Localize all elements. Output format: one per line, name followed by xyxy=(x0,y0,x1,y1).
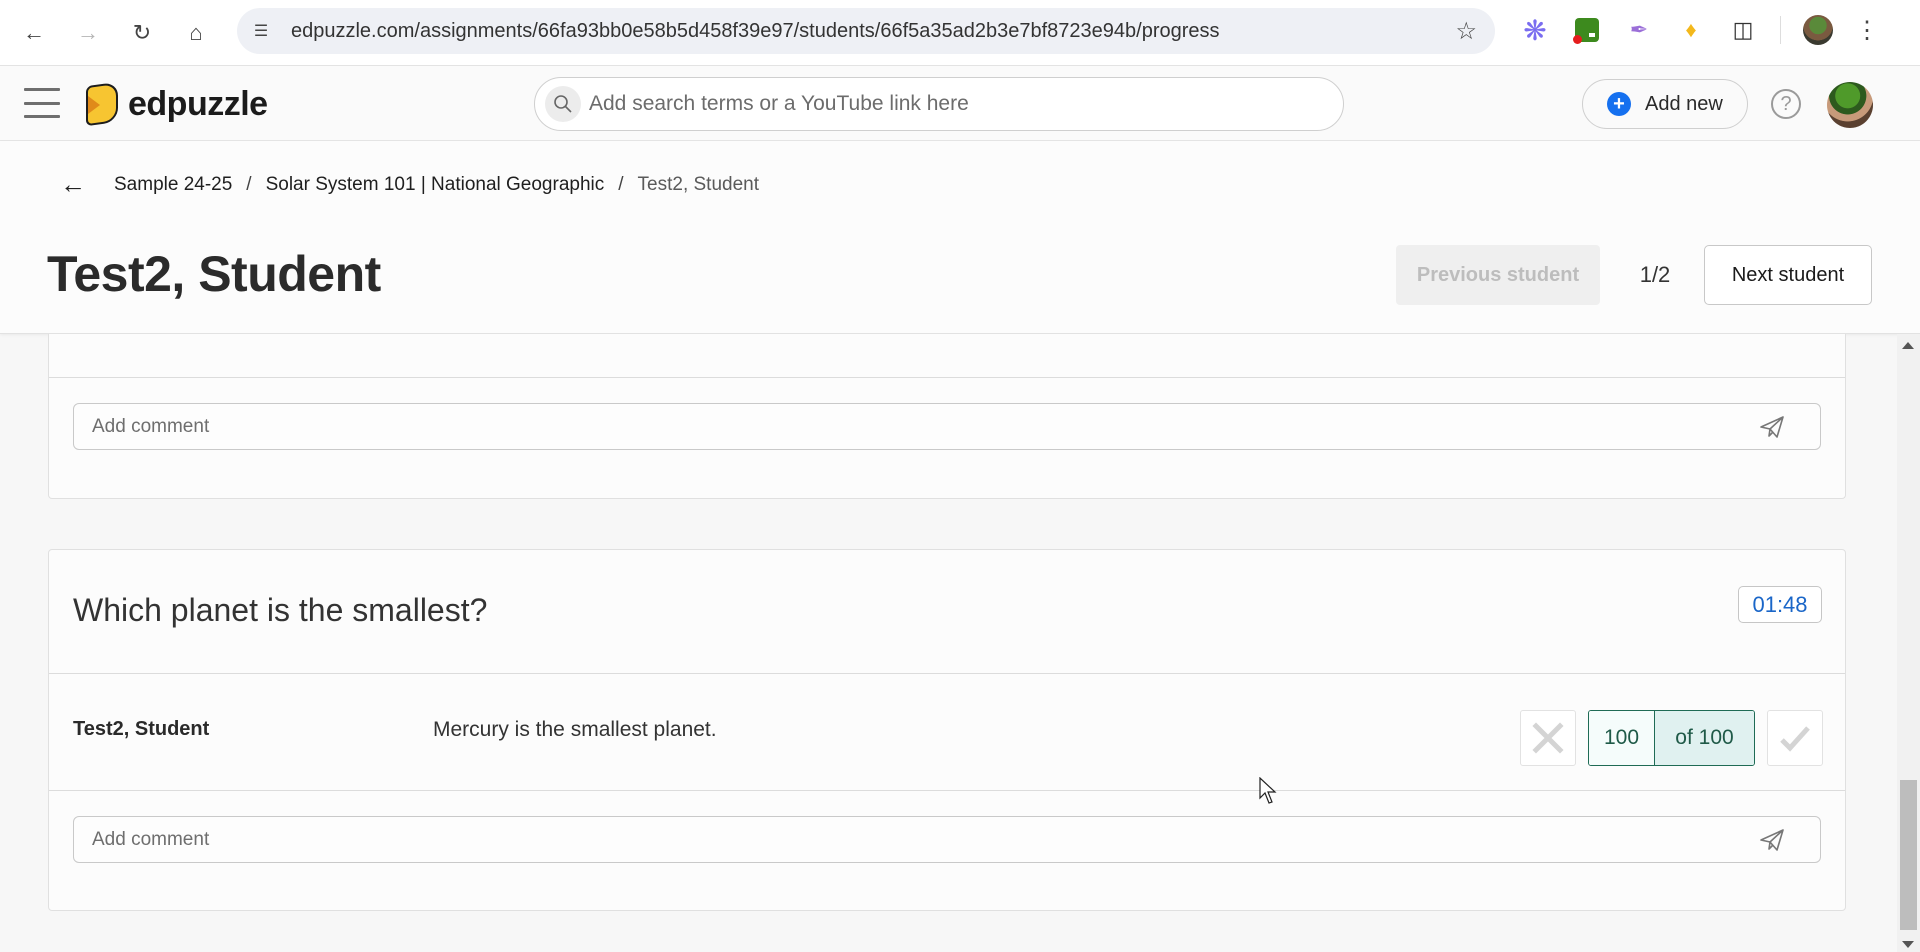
previous-student-button[interactable]: Previous student xyxy=(1396,245,1600,305)
home-icon[interactable]: ⌂ xyxy=(176,13,216,53)
comment-input[interactable] xyxy=(92,415,1754,438)
search-icon xyxy=(545,86,581,122)
score-input[interactable] xyxy=(1589,711,1655,765)
star-icon[interactable]: ☆ xyxy=(1455,17,1477,46)
question-card: Which planet is the smallest? 01:48 Test… xyxy=(48,549,1846,911)
student-header: ← Sample 24-25 / Solar System 101 | Nati… xyxy=(0,141,1920,334)
send-icon[interactable] xyxy=(1754,409,1790,445)
check-icon xyxy=(1780,726,1810,752)
address-bar[interactable]: ☰ edpuzzle.com/assignments/66fa93bb0e58b… xyxy=(237,8,1495,54)
hamburger-menu-icon[interactable] xyxy=(24,88,60,118)
back-arrow-icon[interactable]: ← xyxy=(14,13,54,53)
help-icon[interactable]: ? xyxy=(1771,89,1801,119)
breadcrumb-separator: / xyxy=(246,173,252,195)
logo-text: edpuzzle xyxy=(128,84,268,123)
score-total: of 100 xyxy=(1655,711,1754,765)
green-extension-icon[interactable] xyxy=(1572,15,1602,45)
timestamp-badge[interactable]: 01:48 xyxy=(1738,586,1822,623)
browser-toolbar: ← → ↻ ⌂ ☰ edpuzzle.com/assignments/66fa9… xyxy=(0,0,1920,66)
tune-icon[interactable]: ☰ xyxy=(241,11,281,51)
student-pager-count: 1/2 xyxy=(1639,262,1671,287)
sparkle-extension-icon[interactable]: ❋ xyxy=(1520,15,1550,46)
scroll-up-arrow-icon[interactable] xyxy=(1902,342,1914,349)
user-avatar[interactable] xyxy=(1827,82,1873,128)
comment-field[interactable] xyxy=(73,403,1821,450)
page-scrollbar[interactable] xyxy=(1897,334,1920,952)
card-divider xyxy=(49,790,1845,791)
comment-input[interactable] xyxy=(92,828,1754,851)
back-arrow-icon[interactable]: ← xyxy=(60,169,86,200)
kebab-menu-icon[interactable]: ⋮ xyxy=(1855,16,1879,45)
comment-field[interactable] xyxy=(73,816,1821,863)
scrollbar-thumb[interactable] xyxy=(1900,780,1917,930)
edpuzzle-logo[interactable]: edpuzzle xyxy=(82,80,268,128)
page-title: Test2, Student xyxy=(47,246,381,302)
student-answer: Mercury is the smallest planet. xyxy=(433,718,717,741)
quill-extension-icon[interactable]: ✒ xyxy=(1624,15,1654,45)
breadcrumb-separator: / xyxy=(618,173,624,195)
card-divider xyxy=(49,377,1845,378)
breadcrumb-class[interactable]: Sample 24-25 xyxy=(114,174,232,196)
add-new-label: Add new xyxy=(1645,92,1723,115)
send-icon[interactable] xyxy=(1754,822,1790,858)
extensions-area: ❋ ✒ ♦ ◫ ⋮ xyxy=(1520,10,1879,50)
app-header: edpuzzle + Add new ? xyxy=(0,66,1920,141)
mark-incorrect-button[interactable] xyxy=(1520,710,1576,766)
reload-icon[interactable]: ↻ xyxy=(122,13,162,53)
breadcrumb: ← Sample 24-25 / Solar System 101 | Nati… xyxy=(60,169,759,200)
search-bar[interactable] xyxy=(534,77,1344,131)
search-input[interactable] xyxy=(589,92,1289,116)
edpuzzle-extension-icon[interactable]: ♦ xyxy=(1676,15,1706,45)
mouse-cursor-icon xyxy=(1259,777,1277,804)
card-divider xyxy=(49,673,1845,674)
next-student-button[interactable]: Next student xyxy=(1704,245,1872,305)
edpuzzle-logo-icon xyxy=(82,80,122,128)
browser-profile-avatar[interactable] xyxy=(1803,15,1833,45)
score-field: of 100 xyxy=(1588,710,1755,766)
question-card xyxy=(48,334,1846,499)
close-icon xyxy=(1532,722,1564,754)
mark-correct-button[interactable] xyxy=(1767,710,1823,766)
url-text[interactable]: edpuzzle.com/assignments/66fa93bb0e58b5d… xyxy=(291,20,1220,43)
scroll-down-arrow-icon[interactable] xyxy=(1902,941,1914,948)
toolbar-divider xyxy=(1780,16,1781,44)
breadcrumb-student: Test2, Student xyxy=(637,173,759,195)
breadcrumb-assignment[interactable]: Solar System 101 | National Geographic xyxy=(266,174,605,196)
question-text: Which planet is the smallest? xyxy=(73,592,488,628)
puzzle-extensions-icon[interactable]: ◫ xyxy=(1728,15,1758,45)
forward-arrow-icon[interactable]: → xyxy=(68,13,108,53)
student-name: Test2, Student xyxy=(73,718,210,740)
add-new-button[interactable]: + Add new xyxy=(1582,79,1748,129)
plus-icon: + xyxy=(1607,92,1631,116)
